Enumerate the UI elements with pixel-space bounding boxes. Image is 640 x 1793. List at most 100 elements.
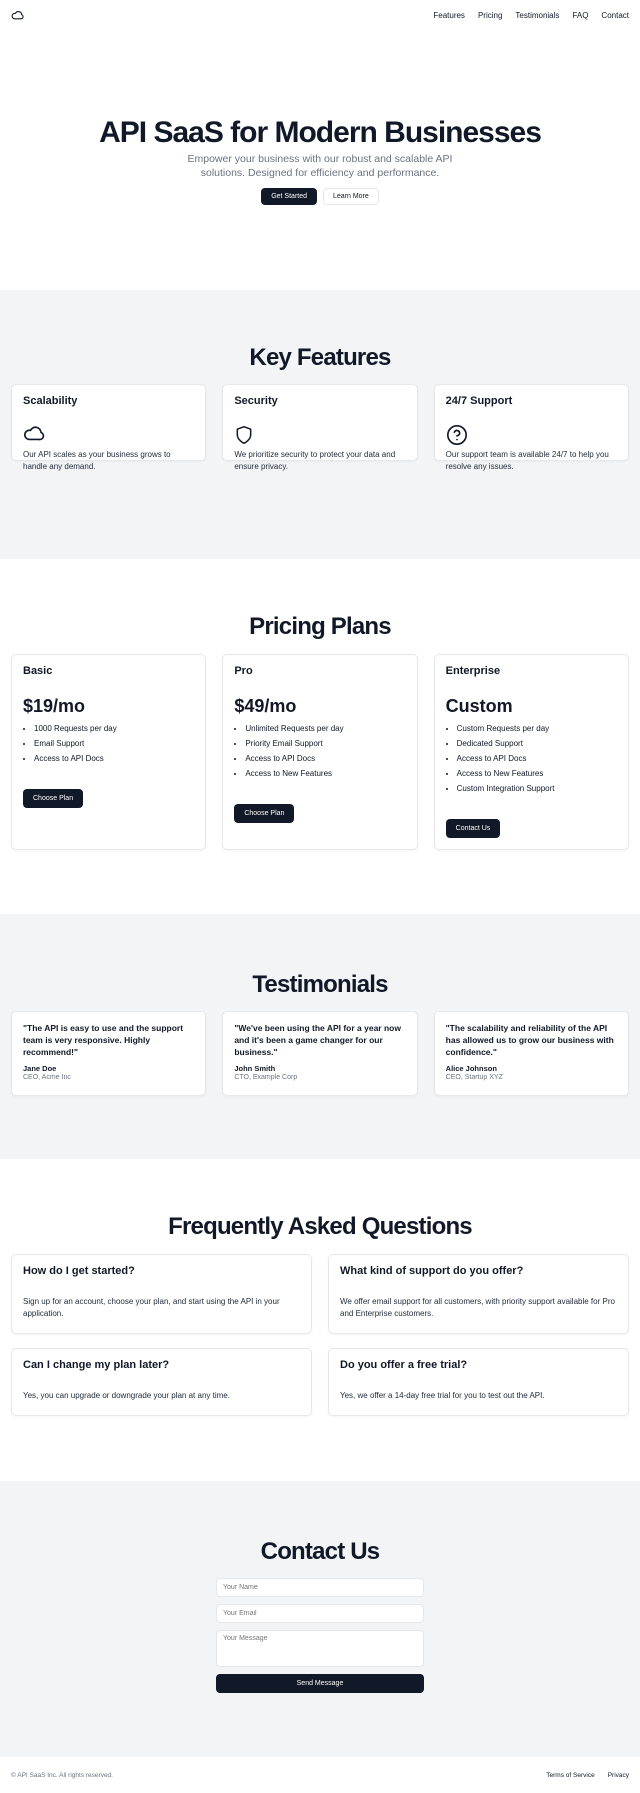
plan-feature: Custom Integration Support bbox=[457, 781, 617, 796]
site-footer: © API SaaS Inc. All rights reserved. Ter… bbox=[0, 1757, 640, 1793]
features-grid: Scalability Our API scales as your busin… bbox=[11, 384, 629, 471]
testimonial-role: CEO, Acme Inc bbox=[23, 1074, 71, 1081]
send-message-button[interactable]: Send Message bbox=[216, 1674, 424, 1693]
feature-card-scalability: Scalability Our API scales as your busin… bbox=[11, 384, 207, 471]
choose-plan-button[interactable]: Choose Plan bbox=[23, 789, 84, 808]
plan-name: Enterprise bbox=[445, 665, 501, 677]
message-field[interactable] bbox=[216, 1630, 424, 1667]
testimonial-quote: "We've been using the API for a year now… bbox=[234, 1023, 401, 1057]
plan-price: Custom bbox=[445, 696, 513, 716]
learn-more-button[interactable]: Learn More bbox=[323, 188, 379, 205]
testimonial-card: "We've been using the API for a year now… bbox=[222, 1011, 418, 1096]
faq-section: Frequently Asked Questions How do I get … bbox=[0, 1159, 640, 1481]
plan-feature: Dedicated Support bbox=[457, 736, 617, 751]
feature-title: Scalability bbox=[23, 395, 78, 407]
testimonial-author: John Smith bbox=[234, 1064, 276, 1073]
email-field[interactable] bbox=[216, 1604, 424, 1623]
copyright-text: © API SaaS Inc. All rights reserved. bbox=[11, 1771, 113, 1779]
faq-answer: Yes, we offer a 14-day free trial for yo… bbox=[340, 1391, 545, 1400]
faq-answer: Yes, you can upgrade or downgrade your p… bbox=[23, 1391, 230, 1400]
plan-feature: Custom Requests per day bbox=[457, 721, 617, 736]
help-circle-icon bbox=[446, 425, 467, 445]
plan-features: 1000 Requests per day Email Support Acce… bbox=[23, 721, 194, 766]
cloud-icon bbox=[11, 11, 24, 20]
faq-card: What kind of support do you offer? We of… bbox=[328, 1254, 629, 1334]
plan-feature: 1000 Requests per day bbox=[34, 721, 194, 736]
faq-title: Frequently Asked Questions bbox=[168, 1213, 473, 1240]
feature-title: Security bbox=[234, 395, 278, 407]
plan-card-basic: Basic $19/mo 1000 Requests per day Email… bbox=[11, 654, 207, 850]
plan-card-pro: Pro $49/mo Unlimited Requests per day Pr… bbox=[222, 654, 418, 850]
testimonial-quote: "The API is easy to use and the support … bbox=[23, 1023, 184, 1057]
nav-link-features[interactable]: Features bbox=[433, 11, 465, 20]
nav-link-testimonials[interactable]: Testimonials bbox=[515, 11, 559, 20]
pricing-grid: Basic $19/mo 1000 Requests per day Email… bbox=[11, 654, 629, 850]
faq-question: Do you offer a free trial? bbox=[340, 1359, 468, 1371]
feature-description: We prioritize security to protect your d… bbox=[234, 450, 396, 471]
faq-answer: Sign up for an account, choose your plan… bbox=[23, 1297, 280, 1318]
feature-description: Our API scales as your business grows to… bbox=[23, 450, 171, 471]
faq-card: Do you offer a free trial? Yes, we offer… bbox=[328, 1348, 629, 1416]
name-field[interactable] bbox=[216, 1578, 424, 1597]
feature-card-support: 24/7 Support Our support team is availab… bbox=[433, 384, 629, 471]
site-header: Features Pricing Testimonials FAQ Contac… bbox=[0, 0, 640, 30]
plan-feature: Unlimited Requests per day bbox=[245, 721, 405, 736]
plan-card-enterprise: Enterprise Custom Custom Requests per da… bbox=[433, 654, 629, 850]
testimonial-role: CTO, Example Corp bbox=[234, 1074, 298, 1081]
testimonial-author: Jane Doe bbox=[23, 1064, 57, 1073]
plan-feature: Access to API Docs bbox=[457, 751, 617, 766]
hero-actions: Get Started Learn More bbox=[0, 188, 640, 205]
plan-feature: Email Support bbox=[34, 736, 194, 751]
plan-price: $49/mo bbox=[234, 696, 297, 716]
contact-section: Contact Us Send Message bbox=[0, 1481, 640, 1757]
plan-features: Custom Requests per day Dedicated Suppor… bbox=[446, 721, 617, 796]
faq-question: What kind of support do you offer? bbox=[340, 1265, 524, 1277]
faq-card: How do I get started? Sign up for an acc… bbox=[11, 1254, 312, 1334]
plan-name: Pro bbox=[234, 665, 253, 677]
plan-feature: Access to API Docs bbox=[34, 751, 194, 766]
get-started-button[interactable]: Get Started bbox=[261, 188, 317, 205]
testimonial-card: "The scalability and reliability of the … bbox=[433, 1011, 629, 1096]
testimonial-author: Alice Johnson bbox=[445, 1064, 497, 1073]
cloud-icon bbox=[24, 426, 45, 441]
faq-answer: We offer email support for all customers… bbox=[340, 1297, 615, 1318]
features-section: Key Features Scalability Our API scales … bbox=[0, 290, 640, 559]
testimonial-role: CEO, Startup XYZ bbox=[445, 1074, 503, 1081]
main-nav: Features Pricing Testimonials FAQ Contac… bbox=[433, 11, 629, 20]
terms-link[interactable]: Terms of Service bbox=[546, 1772, 594, 1779]
contact-form: Send Message bbox=[216, 1578, 424, 1693]
nav-link-faq[interactable]: FAQ bbox=[572, 11, 588, 20]
testimonial-quote: "The scalability and reliability of the … bbox=[445, 1023, 614, 1057]
pricing-title: Pricing Plans bbox=[249, 613, 391, 640]
shield-icon bbox=[236, 425, 252, 445]
plan-feature: Access to New Features bbox=[245, 766, 405, 781]
faq-grid: How do I get started? Sign up for an acc… bbox=[11, 1254, 629, 1416]
pricing-section: Pricing Plans Basic $19/mo 1000 Requests… bbox=[0, 559, 640, 914]
logo-link[interactable] bbox=[11, 10, 24, 20]
footer-links: Terms of Service Privacy bbox=[546, 1772, 629, 1779]
faq-card: Can I change my plan later? Yes, you can… bbox=[11, 1348, 312, 1416]
testimonial-card: "The API is easy to use and the support … bbox=[11, 1011, 207, 1096]
faq-question: How do I get started? bbox=[23, 1265, 135, 1277]
features-title: Key Features bbox=[249, 344, 391, 371]
testimonials-title: Testimonials bbox=[252, 971, 388, 998]
contact-title: Contact Us bbox=[260, 1538, 380, 1565]
nav-link-pricing[interactable]: Pricing bbox=[478, 11, 502, 20]
plan-features: Unlimited Requests per day Priority Emai… bbox=[234, 721, 405, 781]
feature-title: 24/7 Support bbox=[445, 395, 513, 407]
hero-subtitle: Empower your business with our robust an… bbox=[187, 153, 453, 179]
testimonials-grid: "The API is easy to use and the support … bbox=[11, 1011, 629, 1096]
privacy-link[interactable]: Privacy bbox=[608, 1772, 629, 1779]
feature-description: Our support team is available 24/7 to he… bbox=[445, 450, 609, 471]
plan-feature: Priority Email Support bbox=[245, 736, 405, 751]
feature-card-security: Security We prioritize security to prote… bbox=[222, 384, 418, 471]
choose-plan-button[interactable]: Choose Plan bbox=[234, 804, 295, 823]
contact-us-button[interactable]: Contact Us bbox=[445, 819, 501, 838]
hero-section: API SaaS for Modern Businesses Empower y… bbox=[0, 30, 640, 290]
faq-question: Can I change my plan later? bbox=[23, 1359, 170, 1371]
plan-feature: Access to New Features bbox=[457, 766, 617, 781]
plan-feature: Access to API Docs bbox=[245, 751, 405, 766]
plan-price: $19/mo bbox=[23, 696, 86, 716]
testimonials-section: Testimonials "The API is easy to use and… bbox=[0, 914, 640, 1159]
nav-link-contact[interactable]: Contact bbox=[601, 11, 629, 20]
